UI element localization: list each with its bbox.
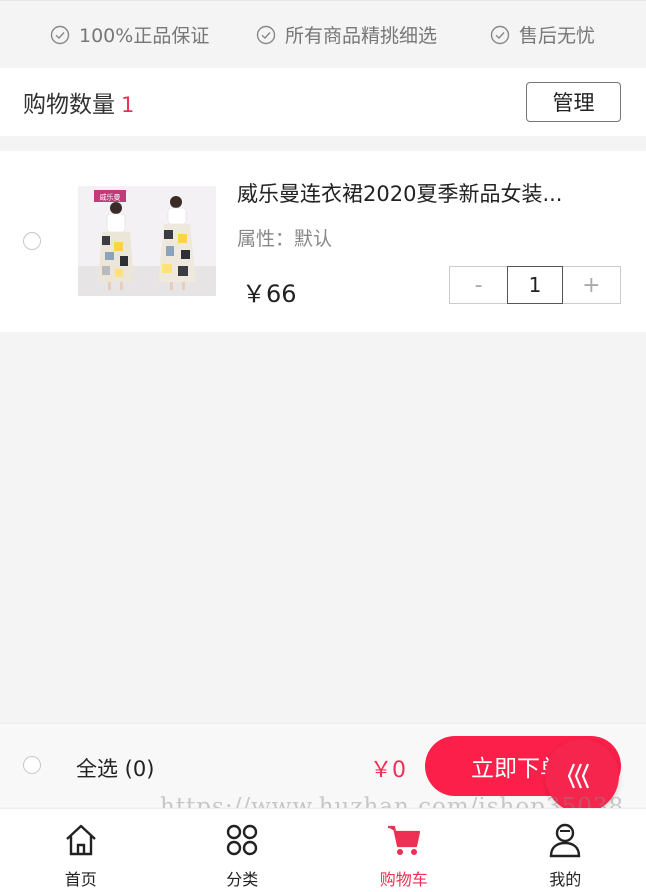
check-circle-icon bbox=[50, 25, 70, 44]
cart-count-badge: 1 bbox=[121, 93, 135, 117]
tab-profile[interactable]: 我的 bbox=[485, 809, 646, 892]
cart-count-title: 购物数量 1 bbox=[23, 85, 134, 119]
quantity-minus-button[interactable]: - bbox=[450, 267, 507, 303]
home-icon bbox=[65, 824, 96, 856]
product-image: 威乐曼 bbox=[78, 186, 216, 296]
brand-logo-text: 威乐曼 bbox=[100, 193, 121, 202]
quantity-plus-button[interactable]: + bbox=[563, 267, 620, 303]
item-select-radio[interactable] bbox=[23, 232, 41, 250]
guarantee-label: 100%正品保证 bbox=[79, 25, 210, 47]
bottom-tab-bar: 首页 分类 购物车 我的 bbox=[0, 808, 646, 892]
tab-label: 我的 bbox=[549, 870, 582, 889]
guarantee-label: 所有商品精挑细选 bbox=[285, 25, 438, 47]
tab-cart[interactable]: 购物车 bbox=[323, 809, 485, 892]
cart-icon bbox=[387, 825, 420, 855]
product-title[interactable]: 威乐曼连衣裙2020夏季新品女装... bbox=[237, 178, 612, 208]
check-circle-icon bbox=[256, 25, 276, 44]
chevrons-icon bbox=[567, 763, 590, 789]
tab-label: 分类 bbox=[226, 870, 259, 889]
total-price: ￥0 bbox=[370, 758, 406, 783]
page-title: 购物数量 bbox=[23, 92, 115, 118]
guarantee-bar: 100%正品保证 所有商品精挑细选 售后无忧 bbox=[0, 0, 646, 68]
category-icon bbox=[227, 824, 258, 856]
quantity-stepper: - 1 + bbox=[449, 266, 621, 304]
product-thumbnail[interactable]: 威乐曼 bbox=[78, 186, 216, 296]
tab-label: 购物车 bbox=[379, 870, 428, 889]
guarantee-label: 售后无忧 bbox=[519, 25, 596, 47]
select-all-label[interactable]: 全选 (0) bbox=[76, 753, 154, 783]
tab-home[interactable]: 首页 bbox=[0, 809, 162, 892]
guarantee-item: 100%正品保证 bbox=[50, 21, 209, 48]
tab-category[interactable]: 分类 bbox=[162, 809, 324, 892]
cart-header: 购物数量 1 管理 bbox=[0, 68, 646, 136]
manage-button[interactable]: 管理 bbox=[526, 82, 621, 122]
check-circle-icon bbox=[490, 25, 510, 44]
product-attribute: 属性：默认 bbox=[237, 228, 333, 250]
tab-label: 首页 bbox=[64, 870, 97, 889]
select-all-radio[interactable] bbox=[23, 756, 41, 774]
quantity-input[interactable]: 1 bbox=[507, 266, 563, 304]
guarantee-item: 售后无忧 bbox=[490, 21, 595, 48]
user-icon bbox=[550, 823, 581, 858]
product-price: ￥66 bbox=[242, 280, 297, 308]
guarantee-item: 所有商品精挑细选 bbox=[256, 21, 437, 48]
